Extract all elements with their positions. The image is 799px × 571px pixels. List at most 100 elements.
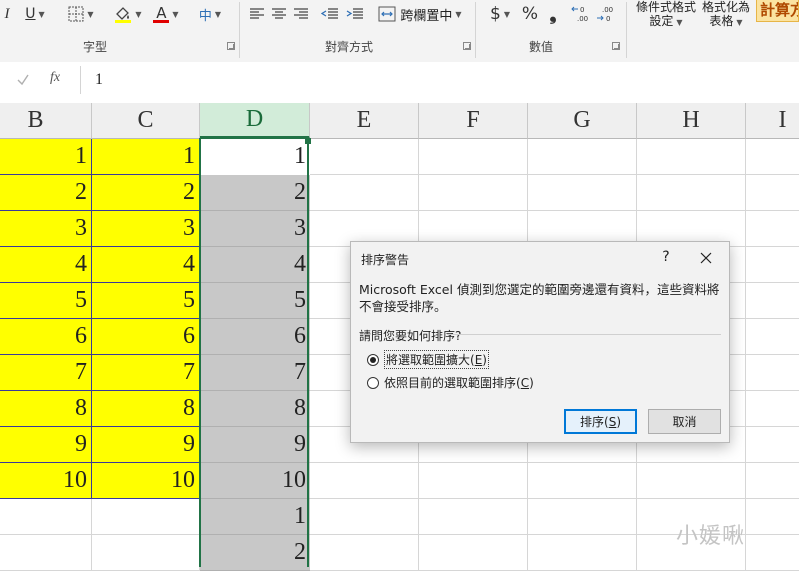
cell-g12[interactable] bbox=[528, 535, 637, 571]
cell-i3[interactable] bbox=[746, 211, 799, 247]
cell-d12[interactable]: 2 bbox=[200, 535, 310, 571]
decrease-indent-button[interactable] bbox=[320, 3, 340, 25]
cell-c9[interactable]: 9 bbox=[92, 427, 200, 463]
expand-selection-radio[interactable] bbox=[367, 353, 379, 366]
decrease-decimal-button[interactable]: .00 0 bbox=[595, 3, 617, 25]
cell-g1[interactable] bbox=[528, 139, 637, 175]
cell-b1[interactable]: 1 bbox=[0, 139, 92, 175]
cell-i8[interactable] bbox=[746, 391, 799, 427]
cell-i5[interactable] bbox=[746, 283, 799, 319]
cell-i7[interactable] bbox=[746, 355, 799, 391]
cell-d11[interactable]: 1 bbox=[200, 499, 310, 535]
column-header-c[interactable]: C bbox=[92, 103, 200, 139]
cell-b6[interactable]: 6 bbox=[0, 319, 92, 355]
cell-i1[interactable] bbox=[746, 139, 799, 175]
cell-b7[interactable]: 7 bbox=[0, 355, 92, 391]
increase-indent-button[interactable] bbox=[345, 3, 365, 25]
check-icon[interactable] bbox=[16, 73, 30, 87]
cell-d4[interactable]: 4 bbox=[200, 247, 310, 283]
cell-e1[interactable] bbox=[310, 139, 419, 175]
cell-f10[interactable] bbox=[419, 463, 528, 499]
help-button[interactable]: ? bbox=[656, 249, 676, 265]
align-center-button[interactable] bbox=[270, 3, 288, 25]
cell-e11[interactable] bbox=[310, 499, 419, 535]
column-header-d[interactable]: D bbox=[200, 103, 310, 139]
cell-h10[interactable] bbox=[637, 463, 746, 499]
fill-color-button[interactable]: ▼ bbox=[110, 3, 146, 25]
cell-c11[interactable] bbox=[92, 499, 200, 535]
column-header-e[interactable]: E bbox=[310, 103, 419, 139]
cell-g2[interactable] bbox=[528, 175, 637, 211]
phonetic-button[interactable]: 中 ▼ bbox=[194, 3, 226, 25]
align-right-button[interactable] bbox=[292, 3, 310, 25]
cell-e12[interactable] bbox=[310, 535, 419, 571]
cell-d6[interactable]: 6 bbox=[200, 319, 310, 355]
cell-i2[interactable] bbox=[746, 175, 799, 211]
active-cell-d1[interactable]: 1 bbox=[200, 139, 310, 175]
column-header-b[interactable]: B bbox=[0, 103, 92, 139]
italic-button[interactable]: I bbox=[0, 3, 14, 25]
cell-b10[interactable]: 10 bbox=[0, 463, 92, 499]
cell-d2[interactable]: 2 bbox=[200, 175, 310, 211]
current-selection-option[interactable]: 依照目前的選取範圍排序(C) bbox=[367, 374, 534, 391]
cell-f1[interactable] bbox=[419, 139, 528, 175]
expand-selection-option[interactable]: 將選取範圍擴大(E) bbox=[367, 350, 489, 369]
cell-h1[interactable] bbox=[637, 139, 746, 175]
cell-c2[interactable]: 2 bbox=[92, 175, 200, 211]
cell-b9[interactable]: 9 bbox=[0, 427, 92, 463]
cell-b3[interactable]: 3 bbox=[0, 211, 92, 247]
cell-c1[interactable]: 1 bbox=[92, 139, 200, 175]
underline-button[interactable]: U ▼ bbox=[20, 3, 50, 25]
column-header-i[interactable]: I bbox=[746, 103, 799, 139]
cell-c6[interactable]: 6 bbox=[92, 319, 200, 355]
cell-c12[interactable] bbox=[92, 535, 200, 571]
cell-e2[interactable] bbox=[310, 175, 419, 211]
comma-style-button[interactable]: ❟ bbox=[544, 3, 562, 25]
font-color-button[interactable]: A ▼ bbox=[150, 3, 182, 25]
column-header-h[interactable]: H bbox=[637, 103, 746, 139]
merge-center-button[interactable]: 跨欄置中 ▼ bbox=[376, 3, 464, 25]
cell-d10[interactable]: 10 bbox=[200, 463, 310, 499]
cell-i6[interactable] bbox=[746, 319, 799, 355]
cell-c8[interactable]: 8 bbox=[92, 391, 200, 427]
cell-d9[interactable]: 9 bbox=[200, 427, 310, 463]
cell-b2[interactable]: 2 bbox=[0, 175, 92, 211]
calculation-style-button[interactable]: 計算方 bbox=[756, 0, 799, 22]
cell-e10[interactable] bbox=[310, 463, 419, 499]
cell-i4[interactable] bbox=[746, 247, 799, 283]
format-as-table-button[interactable]: 格式化為 表格 ▼ bbox=[700, 0, 752, 30]
cell-b12[interactable] bbox=[0, 535, 92, 571]
cell-c10[interactable]: 10 bbox=[92, 463, 200, 499]
cell-c7[interactable]: 7 bbox=[92, 355, 200, 391]
borders-button[interactable]: ▼ bbox=[64, 3, 98, 25]
percent-button[interactable]: % bbox=[520, 3, 540, 25]
cell-i9[interactable] bbox=[746, 427, 799, 463]
close-button[interactable] bbox=[696, 248, 716, 268]
font-group-launcher[interactable] bbox=[227, 42, 235, 50]
cell-f12[interactable] bbox=[419, 535, 528, 571]
cell-c4[interactable]: 4 bbox=[92, 247, 200, 283]
alignment-group-launcher[interactable] bbox=[463, 42, 471, 50]
current-selection-radio[interactable] bbox=[367, 376, 379, 389]
cell-g11[interactable] bbox=[528, 499, 637, 535]
currency-button[interactable]: $ ▼ bbox=[484, 3, 516, 25]
number-group-launcher[interactable] bbox=[612, 42, 620, 50]
cell-i12[interactable] bbox=[746, 535, 799, 571]
formula-input[interactable]: 1 bbox=[80, 66, 799, 94]
cell-d8[interactable]: 8 bbox=[200, 391, 310, 427]
cell-d7[interactable]: 7 bbox=[200, 355, 310, 391]
align-left-button[interactable] bbox=[248, 3, 266, 25]
cell-b4[interactable]: 4 bbox=[0, 247, 92, 283]
increase-decimal-button[interactable]: 0.00 bbox=[570, 3, 592, 25]
conditional-format-button[interactable]: 條件式格式 設定 ▼ bbox=[634, 0, 698, 30]
cell-g10[interactable] bbox=[528, 463, 637, 499]
column-header-f[interactable]: F bbox=[419, 103, 528, 139]
column-header-g[interactable]: G bbox=[528, 103, 637, 139]
cell-b11[interactable] bbox=[0, 499, 92, 535]
cell-i11[interactable] bbox=[746, 499, 799, 535]
cell-d3[interactable]: 3 bbox=[200, 211, 310, 247]
cell-c3[interactable]: 3 bbox=[92, 211, 200, 247]
cell-b5[interactable]: 5 bbox=[0, 283, 92, 319]
cell-i10[interactable] bbox=[746, 463, 799, 499]
insert-function-icon[interactable]: fx bbox=[50, 70, 60, 86]
